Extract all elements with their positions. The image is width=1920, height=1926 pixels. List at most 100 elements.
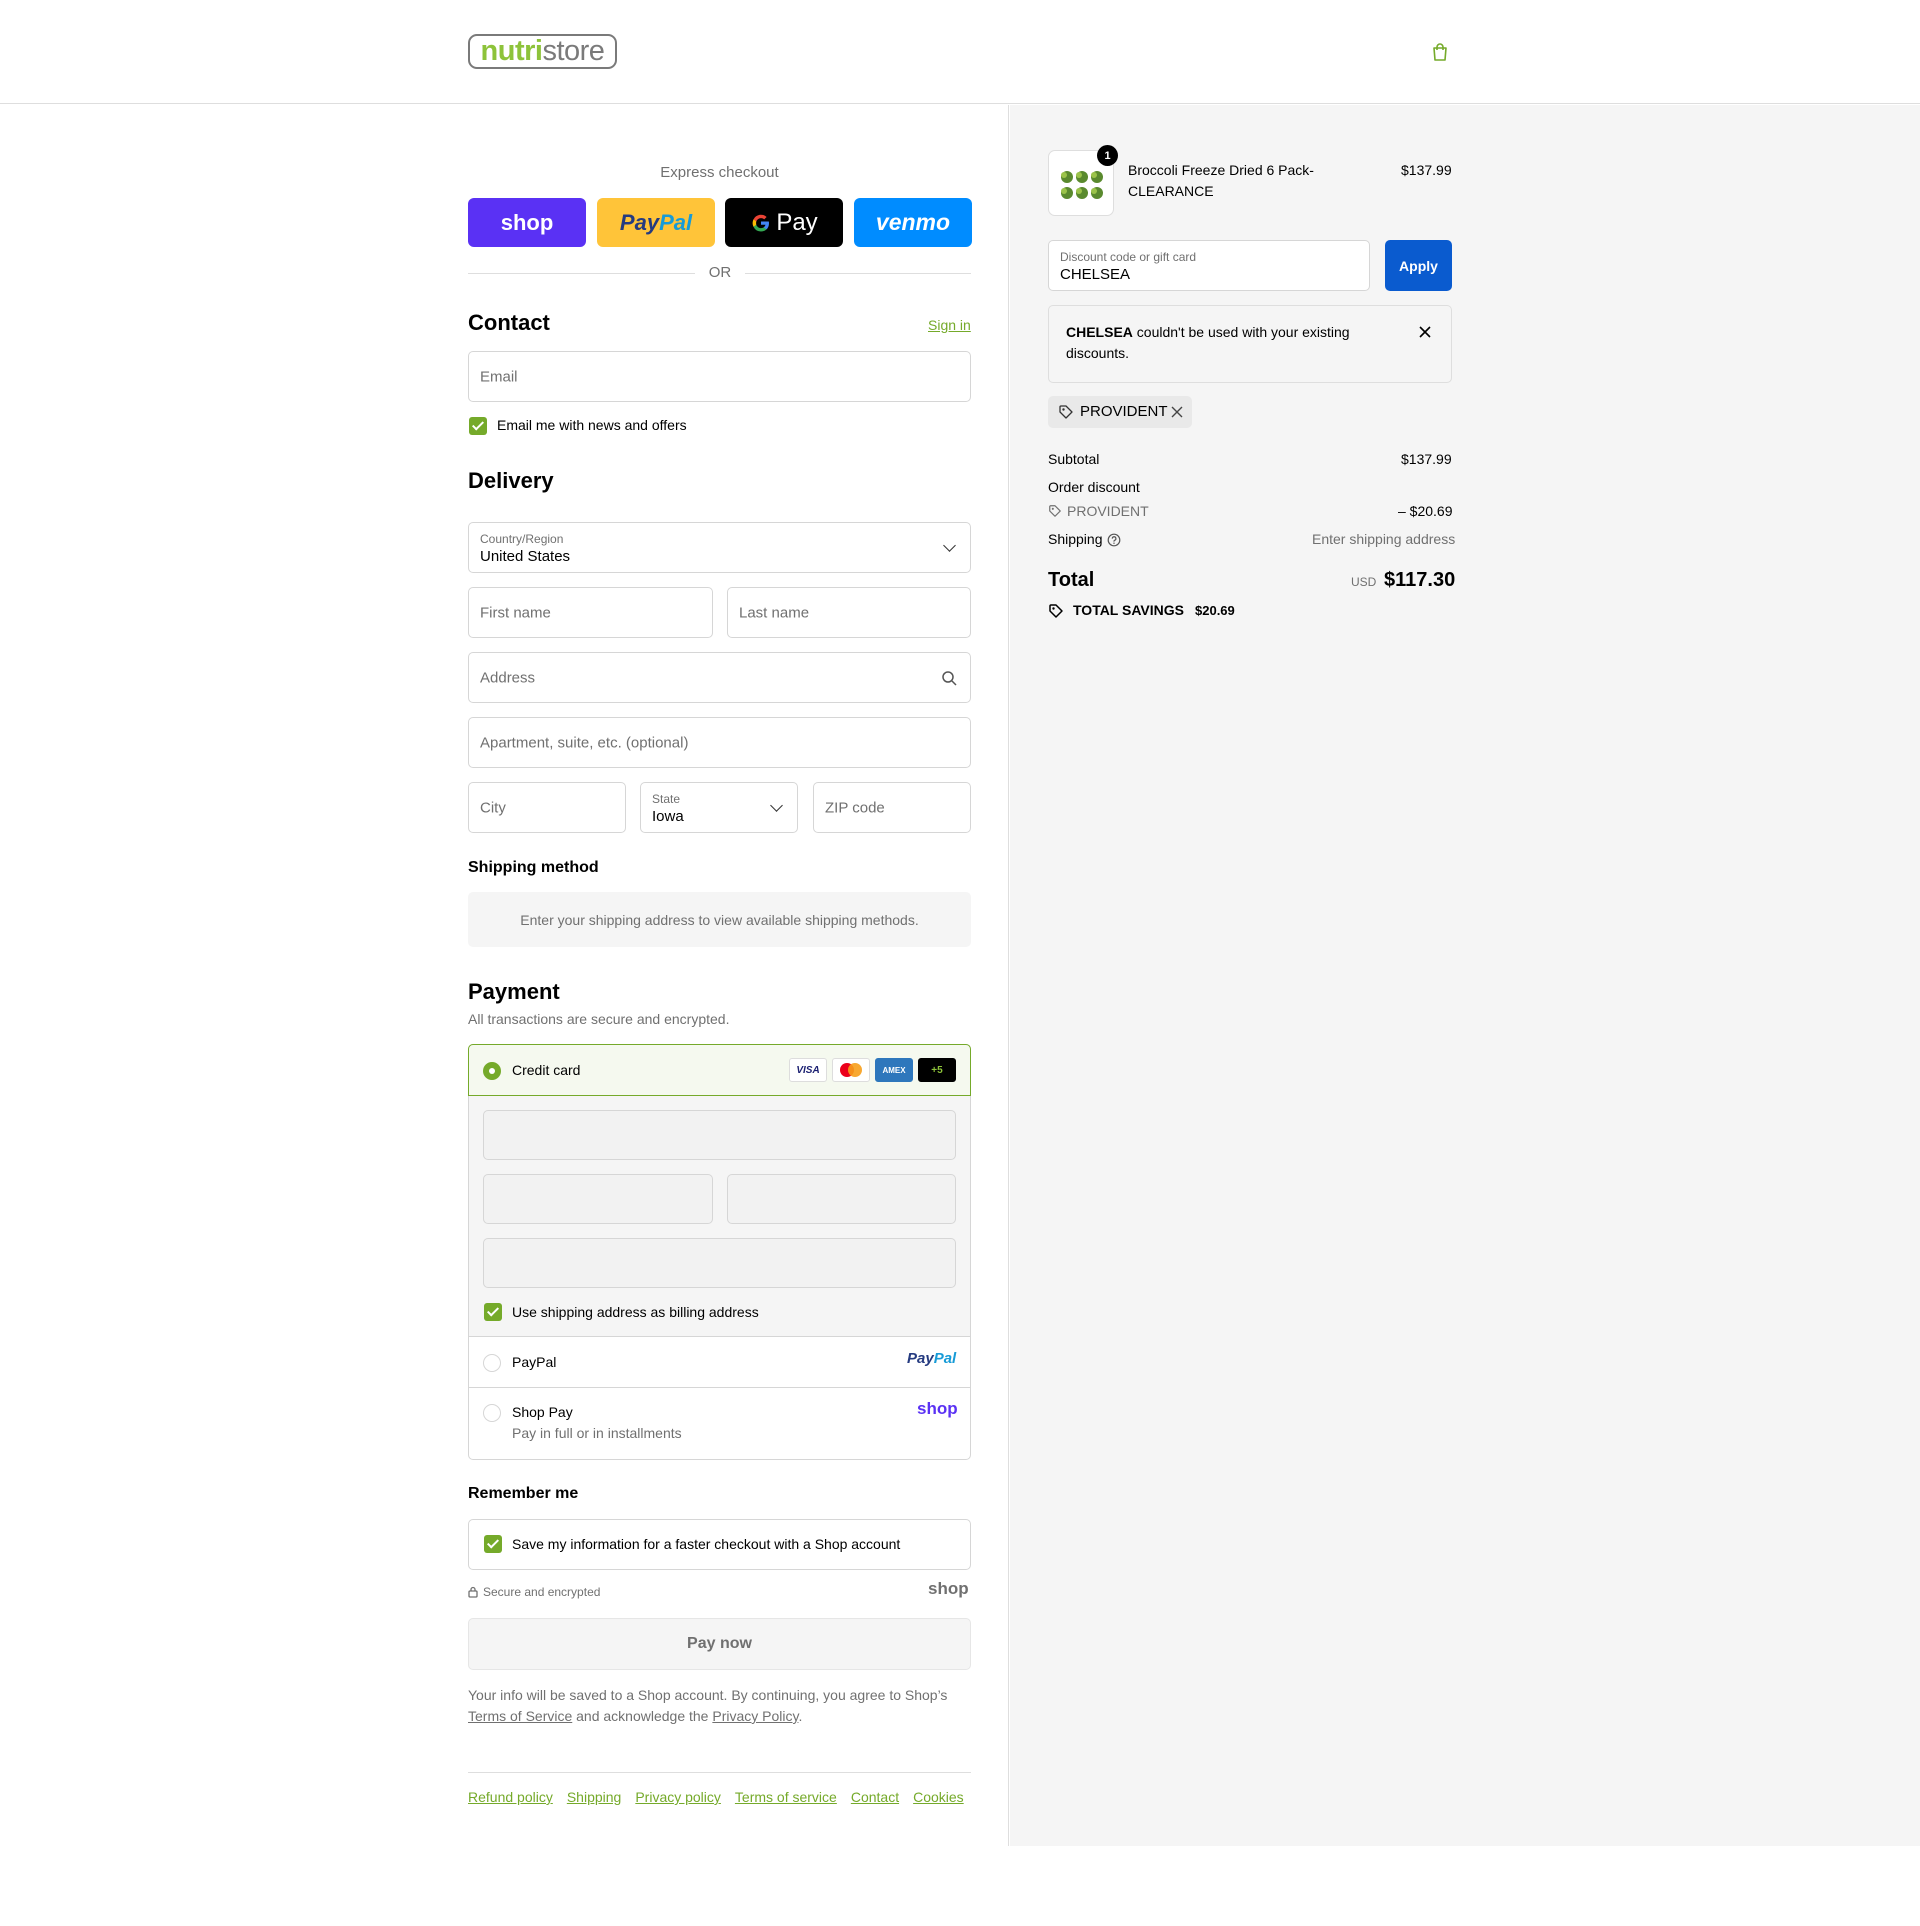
discount-error-text: CHELSEA couldn't be used with your exist… bbox=[1066, 322, 1396, 364]
paypal-logo: PayPal bbox=[907, 1350, 957, 1367]
state-label: State bbox=[652, 792, 681, 806]
express-checkout-title: Express checkout bbox=[660, 164, 779, 181]
country-label: Country/Region bbox=[480, 532, 564, 546]
zip-field[interactable]: ZIP code bbox=[813, 782, 971, 833]
first-name-placeholder: First name bbox=[480, 604, 551, 621]
product-name-line1: Broccoli Freeze Dried 6 Pack- bbox=[1128, 162, 1314, 178]
shop-pay-logo: shop bbox=[917, 1399, 958, 1418]
discount-error-line2: discounts. bbox=[1066, 345, 1130, 361]
shop-pay-label: shop bbox=[500, 209, 554, 235]
state-value: Iowa bbox=[652, 808, 684, 825]
order-discount-label: Order discount bbox=[1048, 479, 1140, 495]
city-field[interactable]: City bbox=[468, 782, 626, 833]
card-name-field[interactable] bbox=[483, 1238, 956, 1288]
total-value: $117.30 bbox=[1384, 569, 1456, 591]
product-name: Broccoli Freeze Dried 6 Pack- CLEARANCE bbox=[1128, 160, 1314, 202]
address-placeholder: Address bbox=[480, 669, 536, 686]
footer-link-refund[interactable]: Refund policy bbox=[468, 1789, 553, 1805]
shipping-method-message: Enter your shipping address to view avai… bbox=[520, 911, 919, 928]
billing-same-label: Use shipping address as billing address bbox=[512, 1304, 759, 1320]
footer-link-privacy[interactable]: Privacy policy bbox=[635, 1789, 721, 1805]
google-pay-express-button[interactable]: Pay bbox=[725, 198, 843, 247]
address-field[interactable]: Address bbox=[468, 652, 971, 703]
footer-link-contact[interactable]: Contact bbox=[851, 1789, 899, 1805]
shop-pay-radio[interactable] bbox=[483, 1404, 501, 1422]
more-cards-text: +5 bbox=[931, 1064, 943, 1076]
discount-code-label: Discount code or gift card bbox=[1060, 250, 1197, 264]
total-savings-value: $20.69 bbox=[1195, 603, 1235, 618]
shop-logo: shop bbox=[928, 1579, 969, 1598]
store-logo[interactable]: nutri store bbox=[468, 34, 617, 69]
quantity-value: 1 bbox=[1104, 149, 1111, 162]
credit-card-radio[interactable] bbox=[483, 1062, 501, 1080]
help-circle-icon[interactable] bbox=[1107, 533, 1121, 547]
legal-text: Your info will be saved to a Shop accoun… bbox=[468, 1685, 971, 1727]
close-icon[interactable] bbox=[1419, 326, 1431, 338]
first-name-field[interactable]: First name bbox=[468, 587, 713, 638]
venmo-label: venmo bbox=[875, 209, 951, 235]
privacy-policy-link[interactable]: Privacy Policy bbox=[712, 1708, 798, 1724]
shopping-bag-icon[interactable] bbox=[1430, 42, 1450, 62]
email-field[interactable]: Email bbox=[468, 351, 971, 402]
pay-now-label: Pay now bbox=[687, 1635, 752, 1652]
tag-icon bbox=[1059, 405, 1073, 419]
pay-now-button[interactable]: Pay now bbox=[468, 1618, 971, 1670]
product-name-line2: CLEARANCE bbox=[1128, 183, 1214, 199]
lock-icon bbox=[468, 1586, 478, 1598]
card-number-field[interactable] bbox=[483, 1110, 956, 1160]
subtotal-value: $137.99 bbox=[1401, 451, 1452, 467]
shipping-label: Shipping bbox=[1048, 531, 1103, 547]
newsletter-checkbox[interactable] bbox=[469, 417, 487, 435]
order-discount-value: – $20.69 bbox=[1398, 503, 1453, 519]
country-select[interactable]: Country/Region United States bbox=[468, 522, 971, 573]
legal-text-part2: and acknowledge the bbox=[576, 1708, 709, 1724]
total-currency: USD bbox=[1351, 575, 1377, 589]
google-g-icon bbox=[752, 214, 770, 232]
venmo-express-button[interactable]: venmo bbox=[854, 198, 972, 247]
footer-link-terms[interactable]: Terms of service bbox=[735, 1789, 837, 1805]
country-value: United States bbox=[480, 548, 571, 565]
footer-link-shipping[interactable]: Shipping bbox=[567, 1789, 622, 1805]
footer-link-cookies[interactable]: Cookies bbox=[913, 1789, 964, 1805]
newsletter-label: Email me with news and offers bbox=[497, 417, 687, 433]
card-expiry-field[interactable] bbox=[483, 1174, 713, 1224]
apply-button[interactable]: Apply bbox=[1385, 240, 1452, 291]
shop-pay-express-button[interactable]: shop bbox=[468, 198, 586, 247]
billing-same-checkbox[interactable] bbox=[484, 1303, 502, 1321]
total-savings-label: TOTAL SAVINGS bbox=[1073, 602, 1184, 618]
subtotal-label: Subtotal bbox=[1048, 451, 1100, 467]
shop-pay-label: Shop Pay bbox=[512, 1404, 573, 1420]
product-price: $137.99 bbox=[1401, 162, 1452, 178]
apartment-field[interactable]: Apartment, suite, etc. (optional) bbox=[468, 717, 971, 768]
terms-of-service-link[interactable]: Terms of Service bbox=[468, 1708, 572, 1724]
visa-text: VISA bbox=[796, 1064, 820, 1076]
quantity-badge: 1 bbox=[1097, 145, 1118, 166]
sign-in-link[interactable]: Sign in bbox=[928, 317, 971, 333]
visa-icon: VISA bbox=[789, 1058, 827, 1082]
footer-links: Refund policy Shipping Privacy policy Te… bbox=[468, 1789, 964, 1805]
mastercard-icon bbox=[832, 1058, 870, 1082]
shipping-value: Enter shipping address bbox=[1312, 531, 1456, 547]
logo-text-gray: store bbox=[542, 35, 605, 67]
tag-icon bbox=[1049, 505, 1061, 517]
delivery-heading: Delivery bbox=[468, 468, 554, 493]
remove-discount-icon[interactable] bbox=[1171, 406, 1183, 418]
credit-card-label: Credit card bbox=[512, 1062, 581, 1078]
state-select[interactable]: State Iowa bbox=[640, 782, 798, 833]
legal-text-end: . bbox=[798, 1708, 803, 1724]
chevron-down-icon bbox=[943, 538, 956, 552]
save-info-checkbox[interactable] bbox=[484, 1535, 502, 1553]
save-info-label: Save my information for a faster checkou… bbox=[512, 1536, 901, 1552]
shipping-method-notice: Enter your shipping address to view avai… bbox=[468, 892, 971, 947]
card-cvc-field[interactable] bbox=[727, 1174, 956, 1224]
last-name-field[interactable]: Last name bbox=[727, 587, 971, 638]
paypal-express-button[interactable]: Pay Pal bbox=[597, 198, 715, 247]
or-divider-right bbox=[745, 273, 971, 274]
chevron-down-icon bbox=[770, 798, 783, 812]
paypal-label: PayPal bbox=[512, 1354, 557, 1370]
paypal-radio[interactable] bbox=[483, 1354, 501, 1372]
amex-icon: AMEX bbox=[875, 1058, 913, 1082]
discount-code-field[interactable]: Discount code or gift card CHELSEA bbox=[1048, 240, 1370, 291]
or-divider-left bbox=[468, 273, 695, 274]
secure-text: Secure and encrypted bbox=[483, 1585, 601, 1599]
